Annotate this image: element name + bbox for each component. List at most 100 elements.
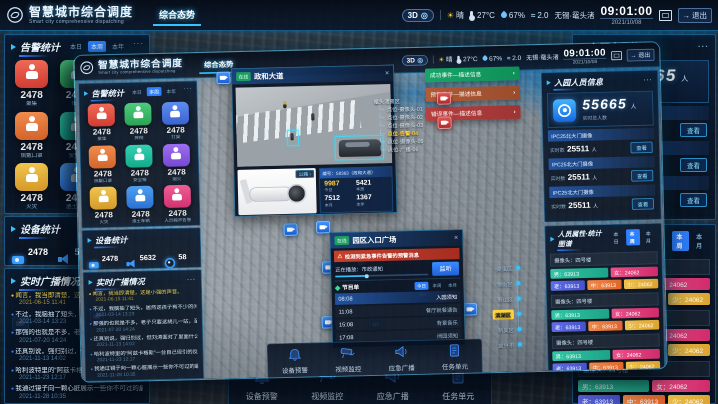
more-icon[interactable]: ··· [133, 39, 144, 48]
schedule-row[interactable]: 11:08 餐厅就餐通告 [335, 303, 461, 317]
camera-lens [287, 184, 307, 204]
listen-button[interactable]: 监听 [432, 262, 459, 276]
male-pill: 男：63913 [578, 380, 649, 392]
youth-pill: 少：24062 [668, 395, 710, 404]
mask-alarm-icon [15, 112, 48, 140]
tab-week[interactable]: 本周 [88, 41, 106, 52]
district-dot [517, 342, 521, 346]
alarm-period-tabs: 本日 本周 本年 [67, 41, 127, 52]
weather-item: ☀ 晴 [447, 10, 464, 21]
more-icon[interactable]: ··· [698, 42, 709, 51]
chevron-right-icon: › [514, 109, 516, 115]
app-title: 智慧城市综合调度 [29, 6, 133, 18]
video-pedestrian [311, 113, 314, 120]
schedule-time: 11:08 [339, 309, 353, 315]
clock: 09:01:00 2021/10/08 [600, 5, 652, 26]
success-toast[interactable]: 成功事件—描述信息 › [425, 66, 520, 82]
tab-week[interactable]: 本周 [430, 281, 444, 289]
tab-year[interactable]: 本年 [109, 41, 127, 52]
tab-month[interactable]: 本月 [692, 231, 709, 251]
view-button[interactable]: 查看 [680, 158, 707, 172]
diamond-icon [335, 285, 341, 291]
schedule-row[interactable]: 15:08 背景音乐 [336, 316, 462, 330]
district-label: 锡山区 [497, 279, 513, 287]
schedule-time: 17:08 [339, 335, 353, 341]
alarm-value: 2478 [21, 142, 43, 153]
district-label: 梁溪区 [496, 264, 512, 272]
view-button[interactable]: 查看 [680, 123, 707, 137]
district-label: 惠山区 [497, 295, 513, 303]
exit-button[interactable]: → 退出 [678, 8, 713, 23]
view-button[interactable]: 查看 [680, 193, 707, 207]
stat-label: 本周 [356, 186, 388, 192]
header-controls: 3D ◎ ☀ 晴 27°C 67% ≈ 2.0 [402, 5, 712, 26]
schedule-time: 15:08 [339, 322, 353, 328]
broadcast-list-item[interactable]: 我通过镜子向一颗心脏展示一些你不可过的最终模拟…2021-11-28 10:35 [5, 384, 149, 403]
adult-pill: 中：63913 [623, 395, 665, 404]
alarm-stat-item[interactable]: 2478火灾 [9, 161, 54, 213]
playback-progress-bar[interactable] [335, 274, 428, 278]
live-video-feed[interactable] [236, 84, 393, 167]
3d-mode-toggle[interactable]: 3D ◎ [402, 9, 434, 22]
alert-marker[interactable] [437, 92, 451, 104]
detection-box [287, 130, 299, 146]
district-dot [516, 281, 520, 285]
wind-icon: ≈ [531, 11, 535, 20]
alert-marker[interactable] [438, 116, 452, 128]
task-icon [446, 344, 464, 361]
device-title-text: 设备统计 [20, 221, 60, 236]
time-value: 09:01:00 [600, 5, 652, 17]
alarm-stat-item[interactable]: 2478聚集 [9, 58, 54, 110]
app-subtitle: Smart city comprehensive dispatching [29, 19, 133, 25]
device-alarm-button[interactable]: 设备预警 [268, 343, 322, 382]
tab-week[interactable]: 本周 [672, 231, 689, 251]
fullscreen-icon[interactable] [659, 10, 672, 21]
video-monitor-button[interactable]: 视频监控 [321, 342, 375, 382]
humidity-value: 67% [509, 11, 525, 20]
toast-text: 成功事件—描述信息 [430, 70, 482, 79]
app-logo-icon [6, 6, 24, 24]
3d-label: 3D [408, 11, 418, 20]
speaker-marker[interactable] [316, 221, 330, 233]
tree-node[interactable]: 点位-广播-06 [375, 144, 453, 154]
thermometer-icon [470, 11, 473, 19]
broadcast-text: 我通过镜子向一颗心脏展示一些你不可过的最终模拟… [11, 385, 143, 393]
district-item[interactable]: 惠山区 [486, 291, 524, 307]
alarm-stat-item[interactable]: 2478佩戴口罩 [9, 110, 54, 162]
toolbar-label: 设备预警 [246, 391, 278, 402]
district-item[interactable]: 宜兴市 [487, 337, 525, 353]
channel-badge[interactable]: 12路 › [295, 170, 314, 179]
detail-overlay-window[interactable]: 智慧城市综合调度 Smart city comprehensive dispat… [73, 41, 668, 383]
camera-device-image: 12路 › [237, 168, 316, 215]
schedule-row[interactable]: 08:08 入园须知 [335, 291, 461, 305]
camera-marker[interactable] [216, 72, 230, 84]
temperature-item: 27°C [470, 11, 495, 20]
cctv-icon [339, 346, 357, 363]
wind-value: 2.0 [537, 11, 548, 20]
app-brand: 智慧城市综合调度 Smart city comprehensive dispat… [6, 6, 133, 25]
broadcast-time: 2021-11-28 10:35 [19, 394, 143, 401]
broadcast-title-text: 实时广播情况 [20, 273, 80, 288]
schedule-name: 餐厅就餐通告 [426, 305, 458, 314]
fire-alarm-icon [15, 163, 48, 191]
district-item[interactable]: 锡山区 [485, 275, 523, 291]
location-label: 无锡·鼋头渚 [554, 10, 594, 21]
tab-today[interactable]: 今日 [414, 282, 428, 290]
tab-overview[interactable]: 综合态势 [153, 5, 201, 26]
top-header-bar: 智慧城市综合调度 Smart city comprehensive dispat… [0, 0, 718, 31]
district-item[interactable]: 新吴区 [486, 321, 524, 337]
camera-popup: 在线 政和大道 × [231, 65, 397, 217]
wind-item: ≈ 2.0 [531, 11, 549, 20]
close-icon[interactable]: × [385, 70, 389, 77]
alert-banner[interactable]: ⚠ 检测到紧急事件告警的预警消息 [334, 248, 460, 262]
close-icon[interactable]: × [454, 234, 458, 241]
tab-day[interactable]: 本日 [67, 41, 85, 52]
stat-label: 本年 [356, 201, 388, 207]
district-item-active[interactable]: 滨湖区 [486, 306, 524, 322]
tab-month[interactable]: 本月 [445, 281, 459, 289]
broadcast-popup-header: 在线 园区入口广场 × [330, 230, 462, 248]
district-label: 新吴区 [498, 325, 514, 333]
district-item[interactable]: 梁溪区 [485, 260, 523, 276]
youth-pill: 少：24062 [668, 344, 710, 356]
camera-icon [12, 256, 24, 264]
